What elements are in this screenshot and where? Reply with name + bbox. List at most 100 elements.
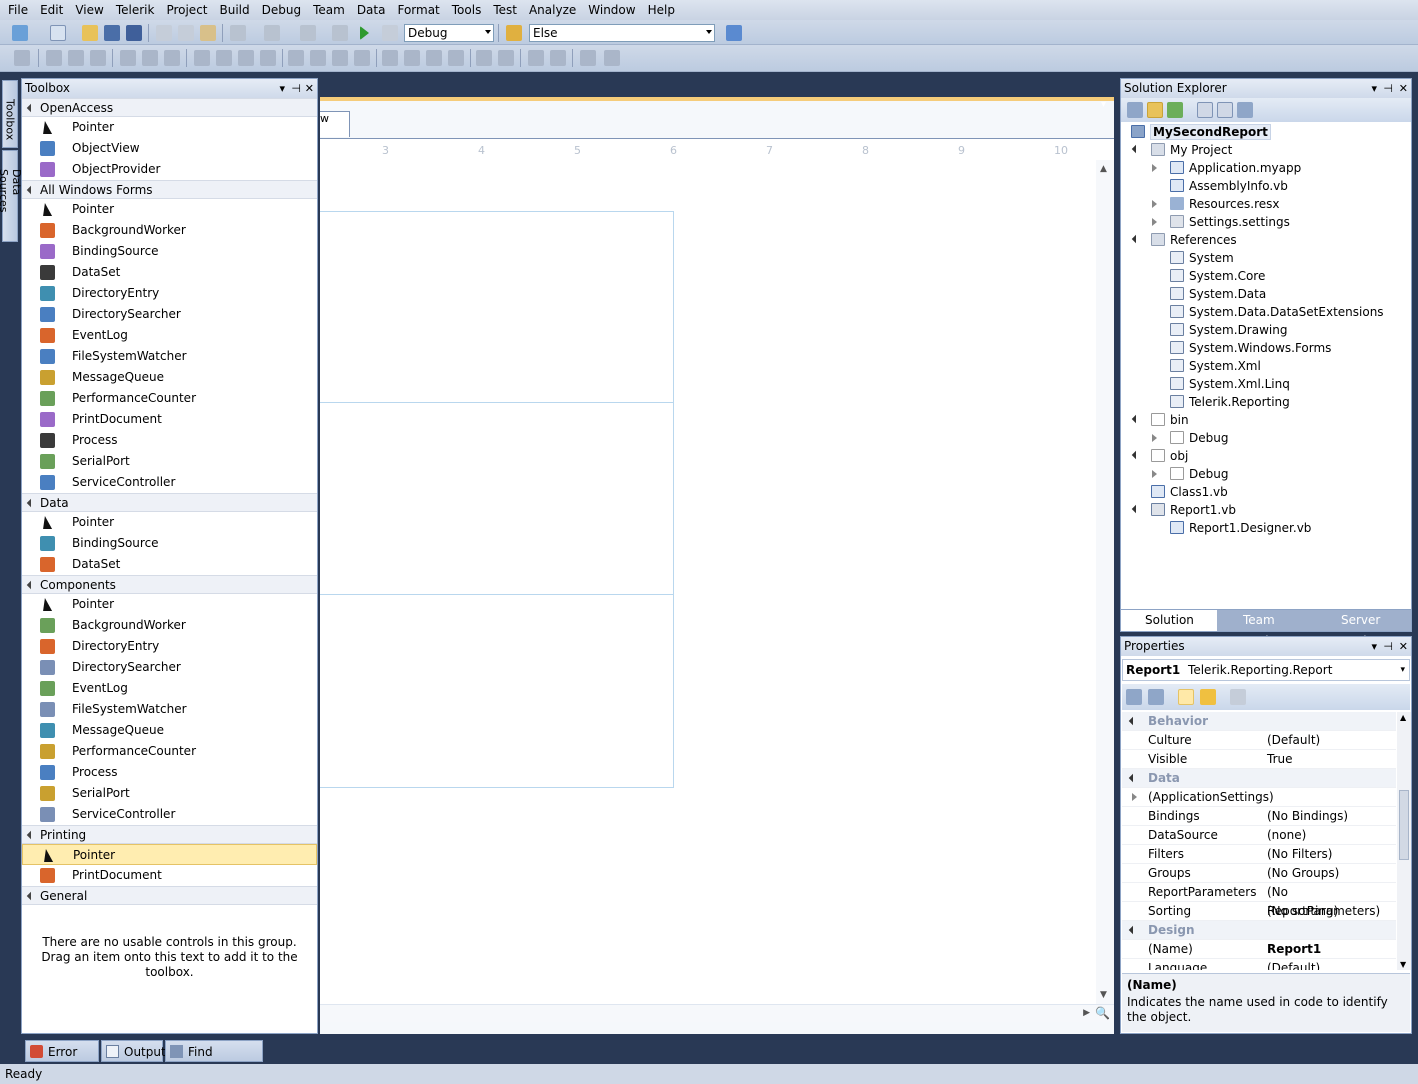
menu-file[interactable]: File: [2, 0, 34, 20]
attach-icon[interactable]: [382, 25, 398, 41]
class1-node[interactable]: Class1.vb: [1151, 483, 1228, 501]
object-selector-combo[interactable]: Report1 Telerik.Reporting.Report ▾: [1122, 659, 1410, 681]
expand-icon[interactable]: [1152, 218, 1157, 226]
collapse-icon[interactable]: [1131, 504, 1141, 514]
toolbox-item-bindingsource[interactable]: BindingSource: [22, 241, 317, 262]
toolbox-item-servicecontroller[interactable]: ServiceController: [22, 472, 317, 493]
tab-solution-explorer[interactable]: Solution Ex...: [1121, 610, 1217, 648]
toolbox-item-serialport[interactable]: SerialPort: [22, 451, 317, 472]
horizontal-spacing-remove-icon[interactable]: [354, 50, 370, 66]
align-centers-icon[interactable]: [68, 50, 84, 66]
reference-system-drawing[interactable]: System.Drawing: [1170, 321, 1287, 339]
property-value[interactable]: (No sorting): [1267, 902, 1338, 921]
show-all-files-icon[interactable]: [1147, 102, 1163, 118]
property-value[interactable]: (No Groups): [1267, 864, 1339, 883]
document-dropdown-icon[interactable]: ▾: [1101, 99, 1106, 110]
solution-explorer-pin-icon[interactable]: ⊣: [1383, 79, 1393, 98]
size-to-grid-icon[interactable]: [260, 50, 276, 66]
property-value[interactable]: (Default): [1267, 959, 1320, 970]
solution-config-combo[interactable]: Debug: [404, 24, 494, 42]
property-grid-scrollbar[interactable]: ▲ ▼: [1397, 712, 1411, 970]
toolbox-item-bindingsource[interactable]: BindingSource: [22, 533, 317, 554]
menu-view[interactable]: View: [69, 0, 109, 20]
toolbox-group-printing[interactable]: Printing: [22, 825, 317, 844]
make-same-height-icon[interactable]: [216, 50, 232, 66]
property-category[interactable]: Behavior: [1122, 712, 1396, 731]
redo-icon[interactable]: [264, 25, 280, 41]
menu-test[interactable]: Test: [487, 0, 523, 20]
vertical-spacing-decrease-icon[interactable]: [426, 50, 442, 66]
tab-find-results[interactable]: Find Results 1: [165, 1040, 263, 1081]
project-node[interactable]: MySecondReport: [1131, 123, 1271, 141]
property-row[interactable]: Bindings (No Bindings): [1122, 807, 1396, 826]
menu-tools[interactable]: Tools: [446, 0, 488, 20]
toolbox-close-icon[interactable]: ✕: [305, 79, 314, 98]
toolbox-item-performancecounter[interactable]: PerformanceCounter: [22, 741, 317, 762]
obj-folder-node[interactable]: obj: [1131, 447, 1188, 465]
properties-view-icon[interactable]: [1178, 689, 1194, 705]
cut-icon[interactable]: [156, 25, 172, 41]
property-row[interactable]: Language (Default): [1122, 959, 1396, 970]
toolbox-item-eventlog[interactable]: EventLog: [22, 678, 317, 699]
toolbox-item-servicecontroller[interactable]: ServiceController: [22, 804, 317, 825]
collapse-icon[interactable]: [1128, 773, 1138, 783]
toolbox-item-messagequeue[interactable]: MessageQueue: [22, 367, 317, 388]
menu-data[interactable]: Data: [351, 0, 392, 20]
toolbox-empty-message[interactable]: There are no usable controls in this gro…: [22, 905, 317, 980]
refresh-icon[interactable]: [1167, 102, 1183, 118]
property-row[interactable]: Filters (No Filters): [1122, 845, 1396, 864]
collapse-icon[interactable]: [1131, 144, 1141, 154]
property-value[interactable]: True: [1267, 750, 1293, 769]
report1-designer-node[interactable]: Report1.Designer.vb: [1170, 519, 1311, 537]
horizontal-scrollbar[interactable]: ▶ 🔍: [320, 1004, 1114, 1022]
toolbox-item-dataset[interactable]: DataSet: [22, 262, 317, 283]
find-in-files-icon[interactable]: [506, 25, 522, 41]
navigate-back-icon[interactable]: [300, 25, 316, 41]
copy-icon[interactable]: [178, 25, 194, 41]
vertical-scrollbar[interactable]: ▲ ▼: [1096, 160, 1114, 1004]
center-vertically-icon[interactable]: [498, 50, 514, 66]
document-tab[interactable]: w: [320, 111, 350, 137]
reference-telerik-reporting[interactable]: Telerik.Reporting: [1170, 393, 1290, 411]
data-sources-side-tab[interactable]: Data Sources: [0, 150, 23, 242]
align-rights-icon[interactable]: [90, 50, 106, 66]
bin-debug-folder-node[interactable]: Debug: [1152, 429, 1228, 447]
paste-icon[interactable]: [200, 25, 216, 41]
view-code-icon[interactable]: [1197, 102, 1213, 118]
make-same-width-icon[interactable]: [194, 50, 210, 66]
toolbox-item-pointer[interactable]: Pointer: [22, 844, 317, 865]
property-category[interactable]: Data: [1122, 769, 1396, 788]
property-category[interactable]: Design: [1122, 921, 1396, 940]
expand-icon[interactable]: [1152, 200, 1157, 208]
align-tops-icon[interactable]: [120, 50, 136, 66]
references-node[interactable]: References: [1131, 231, 1237, 249]
vertical-spacing-equal-icon[interactable]: [382, 50, 398, 66]
report-section-page-header[interactable]: [320, 211, 674, 403]
lock-controls-icon[interactable]: [580, 50, 596, 66]
toolbox-item-pointer[interactable]: Pointer: [22, 117, 317, 138]
reference-system[interactable]: System: [1170, 249, 1234, 267]
menu-team[interactable]: Team: [307, 0, 351, 20]
reference-system-windows-forms[interactable]: System.Windows.Forms: [1170, 339, 1331, 357]
solution-explorer-close-icon[interactable]: ✕: [1399, 79, 1408, 98]
add-item-icon[interactable]: [50, 25, 66, 41]
toolbox-side-tab[interactable]: Toolbox: [2, 80, 18, 148]
toolbox-group-openaccess[interactable]: OpenAccess: [22, 98, 317, 117]
events-icon[interactable]: [1200, 689, 1216, 705]
reference-system-core[interactable]: System.Core: [1170, 267, 1265, 285]
find-combo[interactable]: Else: [529, 24, 715, 42]
prop-scroll-up-icon[interactable]: ▲: [1400, 713, 1406, 722]
reference-system-data-datasetextensions[interactable]: System.Data.DataSetExtensions: [1170, 303, 1384, 321]
scroll-right-icon[interactable]: ▶: [1083, 1008, 1090, 1018]
property-value[interactable]: (No Bindings): [1267, 807, 1348, 826]
toolbox-item-directorysearcher[interactable]: DirectorySearcher: [22, 657, 317, 678]
prop-scroll-down-icon[interactable]: ▼: [1400, 960, 1406, 969]
properties-close-icon[interactable]: ✕: [1399, 637, 1408, 656]
align-middles-icon[interactable]: [142, 50, 158, 66]
tab-error-list[interactable]: Error List: [25, 1040, 99, 1081]
tab-server-explorer[interactable]: Server Expl...: [1317, 610, 1411, 648]
collapse-icon[interactable]: [1128, 925, 1138, 935]
collapse-icon[interactable]: [1131, 414, 1141, 424]
menu-edit[interactable]: Edit: [34, 0, 69, 20]
toolbox-item-process[interactable]: Process: [22, 430, 317, 451]
